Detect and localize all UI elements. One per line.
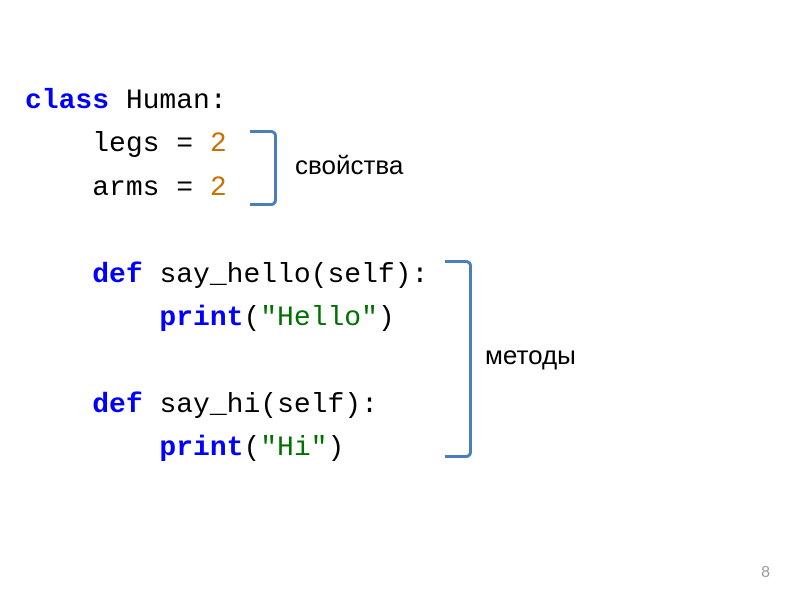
method-say-hi: say_hi(self):	[143, 390, 378, 421]
number-literal: 2	[210, 173, 227, 204]
annotation-properties: свойства	[295, 150, 403, 181]
method-say-hello: say_hello(self):	[143, 260, 429, 291]
indent	[25, 390, 92, 421]
paren-open: (	[243, 303, 260, 334]
keyword-print: print	[159, 303, 243, 334]
property-arms: arms =	[92, 173, 210, 204]
annotation-methods: методы	[485, 340, 576, 371]
number-literal: 2	[210, 129, 227, 160]
string-literal: "Hello"	[260, 303, 378, 334]
indent	[25, 433, 159, 464]
bracket-properties	[250, 130, 277, 206]
page-number: 8	[761, 564, 770, 582]
indent	[25, 260, 92, 291]
paren-close: )	[378, 303, 395, 334]
keyword-class: class	[25, 86, 109, 117]
string-literal: "Hi"	[260, 433, 327, 464]
bracket-methods	[445, 260, 472, 458]
keyword-print: print	[159, 433, 243, 464]
class-name: Human:	[109, 86, 227, 117]
indent	[25, 173, 92, 204]
indent	[25, 303, 159, 334]
keyword-def: def	[92, 390, 142, 421]
paren-open: (	[243, 433, 260, 464]
property-legs: legs =	[92, 129, 210, 160]
indent	[25, 129, 92, 160]
code-block: class Human: legs = 2 arms = 2 def say_h…	[25, 80, 428, 471]
paren-close: )	[327, 433, 344, 464]
keyword-def: def	[92, 260, 142, 291]
